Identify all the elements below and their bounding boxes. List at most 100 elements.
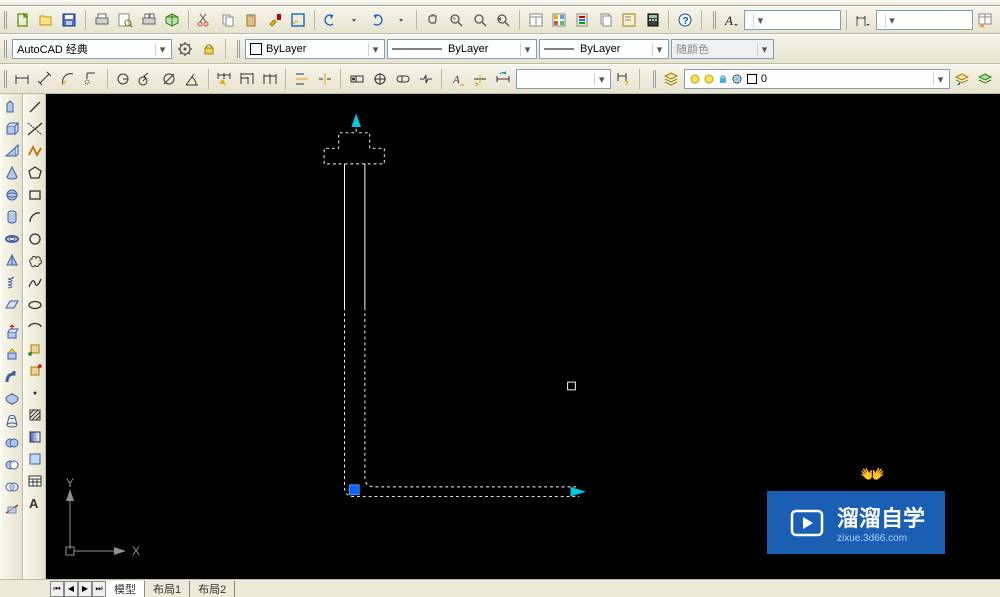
toolbar-grip-2[interactable] (713, 11, 717, 29)
dimordinate-button[interactable] (81, 68, 102, 90)
paste-button[interactable] (240, 9, 261, 31)
linetype-combo[interactable]: ByLayer ▾ (387, 39, 537, 59)
drawing-canvas[interactable]: Y X 👐 溜溜自学 zixue.3d66.com (46, 94, 1000, 579)
polysolid-icon[interactable] (1, 96, 23, 118)
helix-icon[interactable] (1, 272, 23, 294)
dimupdate-button[interactable] (493, 68, 514, 90)
match-properties-button[interactable] (264, 9, 285, 31)
loft-icon[interactable] (1, 410, 23, 432)
toolbar-grip[interactable] (237, 40, 241, 58)
plot-button[interactable] (91, 9, 112, 31)
revolve-icon[interactable] (1, 388, 23, 410)
save-button[interactable] (59, 9, 80, 31)
dimstyle-manager-button[interactable] (613, 68, 634, 90)
pyramid-icon[interactable] (1, 250, 23, 272)
undo-dropdown[interactable] (343, 9, 364, 31)
cylinder-icon[interactable] (1, 206, 23, 228)
toolbar-grip[interactable] (653, 70, 657, 88)
color-combo[interactable]: ByLayer ▾ (245, 39, 385, 59)
insert-block-icon[interactable] (24, 338, 46, 360)
undo-button[interactable] (320, 9, 341, 31)
calc-button[interactable] (642, 9, 663, 31)
tab-last-button[interactable]: ⏭ (92, 581, 106, 597)
dimaligned-button[interactable] (35, 68, 56, 90)
design-center-button[interactable] (548, 9, 569, 31)
subtract-icon[interactable] (1, 454, 23, 476)
dimarc-button[interactable] (58, 68, 79, 90)
mtext-icon[interactable]: A (24, 492, 46, 514)
dimbreak-button[interactable] (314, 68, 335, 90)
planar-surface-icon[interactable] (1, 294, 23, 316)
dimedit-button[interactable] (470, 68, 491, 90)
sweep-icon[interactable] (1, 366, 23, 388)
pan-button[interactable] (422, 9, 443, 31)
help-button[interactable]: ? (674, 9, 695, 31)
dimcontinue-button[interactable] (259, 68, 280, 90)
toolbar-grip[interactable] (4, 11, 8, 29)
arc-icon[interactable] (24, 206, 46, 228)
dimlinear-button[interactable] (12, 68, 33, 90)
dimjogline-button[interactable] (415, 68, 436, 90)
zoom-realtime-button[interactable]: + (446, 9, 467, 31)
layer-manager-button[interactable] (661, 68, 682, 90)
tab-first-button[interactable]: ⏮ (50, 581, 64, 597)
sheet-set-button[interactable] (595, 9, 616, 31)
redo-button[interactable] (366, 9, 387, 31)
open-file-button[interactable] (35, 9, 56, 31)
zoom-previous-button[interactable] (492, 9, 513, 31)
plot-preview-button[interactable] (114, 9, 135, 31)
gradient-icon[interactable] (24, 426, 46, 448)
zoom-window-button[interactable] (469, 9, 490, 31)
tool-palettes-button[interactable] (572, 9, 593, 31)
tab-next-button[interactable]: ▶ (78, 581, 92, 597)
3ddwf-button[interactable] (161, 9, 182, 31)
dimspace-button[interactable] (291, 68, 312, 90)
copy-button[interactable] (217, 9, 238, 31)
properties-button[interactable] (525, 9, 546, 31)
lineweight-combo[interactable]: ByLayer ▾ (539, 39, 669, 59)
spline-icon[interactable] (24, 272, 46, 294)
dimbaseline-button[interactable] (236, 68, 257, 90)
hatch-icon[interactable] (24, 404, 46, 426)
dimquick-button[interactable] (213, 68, 234, 90)
workspace-settings-button[interactable] (174, 38, 196, 60)
ellipse-icon[interactable] (24, 294, 46, 316)
union-icon[interactable] (1, 432, 23, 454)
cut-button[interactable] (194, 9, 215, 31)
construction-line-icon[interactable] (24, 118, 46, 140)
dimjogged-button[interactable] (136, 68, 157, 90)
rectangle-icon[interactable] (24, 184, 46, 206)
revcloud-icon[interactable] (24, 250, 46, 272)
textstyle-button[interactable]: A (721, 9, 742, 31)
dimedit-text-button[interactable]: A (447, 68, 468, 90)
redo-dropdown[interactable] (390, 9, 411, 31)
tolerance-button[interactable] (346, 68, 367, 90)
tab-layout2[interactable]: 布局2 (190, 581, 235, 597)
textstyle-combo[interactable]: ▾ (744, 10, 841, 30)
sphere-icon[interactable] (1, 184, 23, 206)
make-block-icon[interactable] (24, 360, 46, 382)
workspace-lock-button[interactable] (198, 38, 220, 60)
block-editor-button[interactable] (287, 9, 308, 31)
centermark-button[interactable] (369, 68, 390, 90)
tab-model[interactable]: 模型 (106, 581, 145, 597)
tablestyle-button[interactable] (975, 9, 996, 31)
layer-previous-button[interactable] (952, 68, 973, 90)
plotstyle-combo[interactable]: 随颜色 ▾ (671, 39, 774, 59)
new-file-button[interactable] (12, 9, 33, 31)
layer-states-button[interactable] (975, 68, 996, 90)
slice-icon[interactable] (1, 498, 23, 520)
toolbar-grip[interactable] (4, 40, 8, 58)
layer-combo[interactable]: 0 ▾ (684, 69, 950, 89)
markup-button[interactable] (618, 9, 639, 31)
region-icon[interactable] (24, 448, 46, 470)
publish-button[interactable] (138, 9, 159, 31)
torus-icon[interactable] (1, 228, 23, 250)
polyline-icon[interactable] (24, 140, 46, 162)
dimstyle-button[interactable] (852, 9, 873, 31)
diminspect-button[interactable] (392, 68, 413, 90)
polygon-icon[interactable] (24, 162, 46, 184)
point-icon[interactable] (24, 382, 46, 404)
ellipse-arc-icon[interactable] (24, 316, 46, 338)
box-icon[interactable] (1, 118, 23, 140)
